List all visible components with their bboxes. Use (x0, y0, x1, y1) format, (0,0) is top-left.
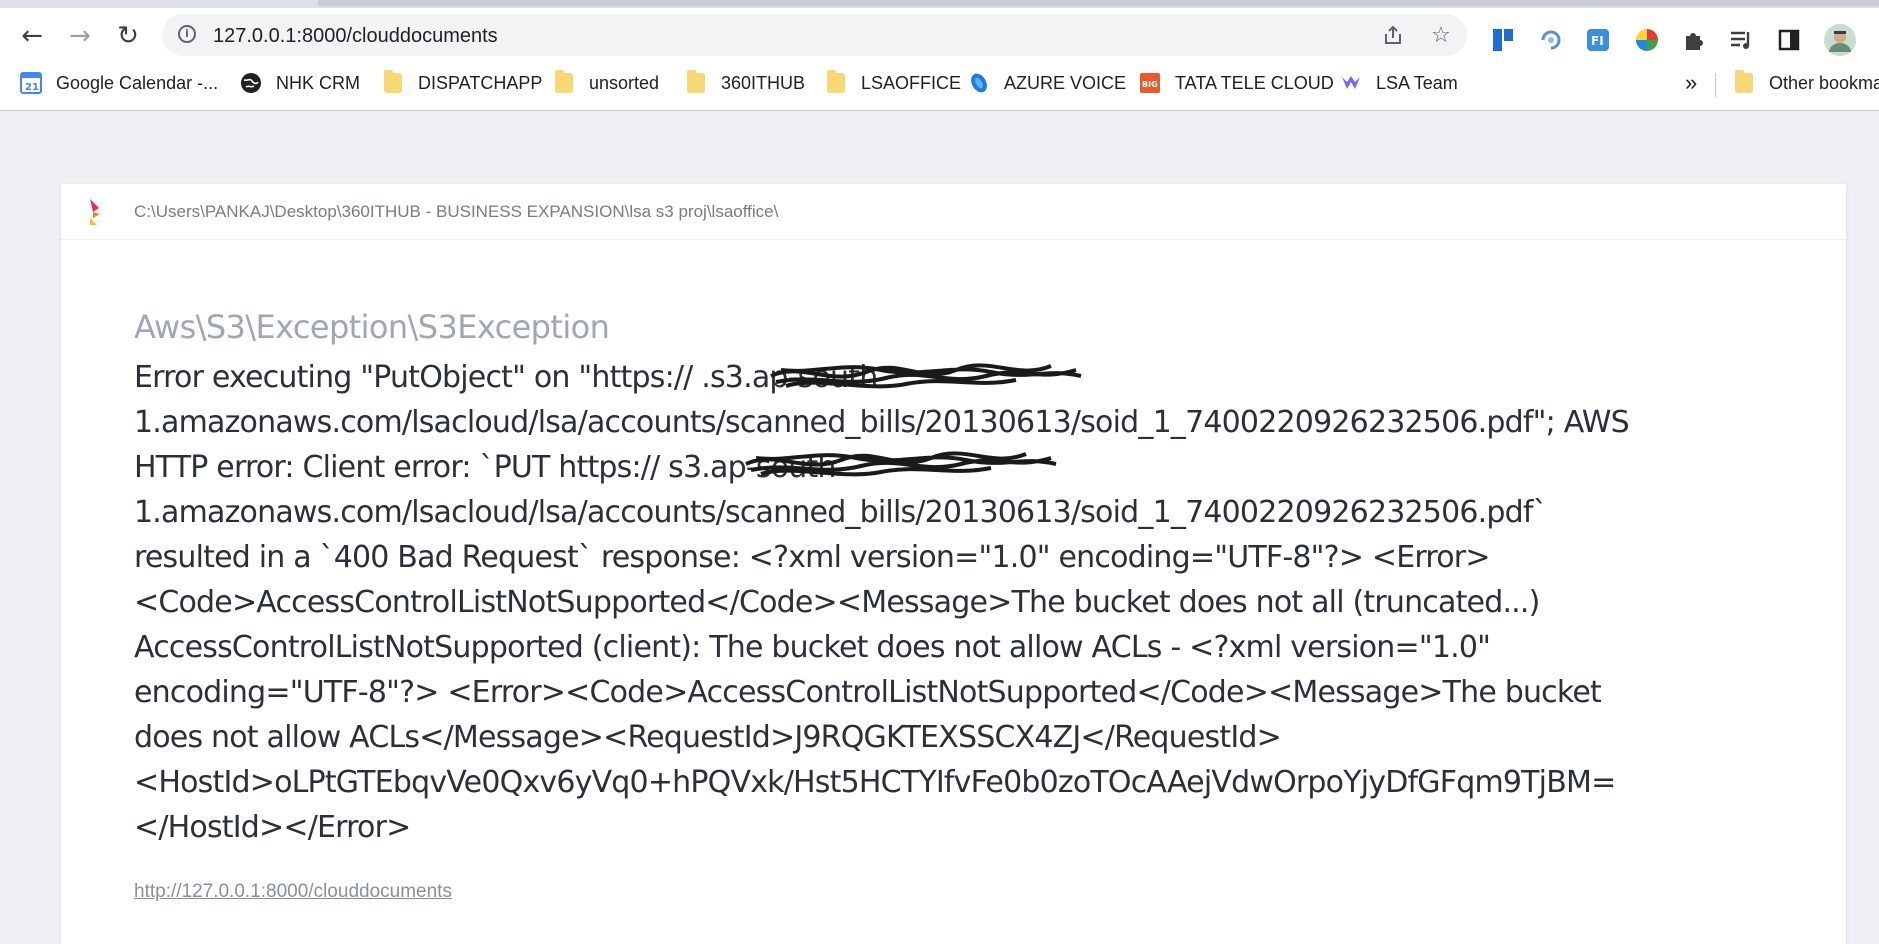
request-url-link[interactable]: http://127.0.0.1:8000/clouddocuments (134, 881, 452, 903)
exception-message-line: does not allow ACLs</Message><RequestId>… (134, 720, 1282, 755)
lsa-team-icon (1340, 72, 1362, 94)
bookmarks-bar: 21 Google Calendar -... NHK CRM DISPATCH… (0, 60, 1879, 111)
back-arrow-icon[interactable]: ← (14, 18, 50, 54)
other-bookmarks-label: Other bookmarks (1769, 72, 1879, 93)
project-path: C:\Users\PANKAJ\Desktop\360ITHUB - BUSIN… (134, 202, 779, 221)
folder-icon (553, 70, 575, 94)
bookmark-lsaoffice[interactable]: LSAOFFICE (825, 69, 961, 97)
address-url[interactable]: 127.0.0.1:8000/clouddocuments (213, 25, 498, 48)
bookmark-360ithub[interactable]: 360ITHUB (685, 69, 805, 97)
bookmark-azure-voice[interactable]: AZURE VOICE (968, 69, 1126, 97)
exception-message-line: Error executing "PutObject" on "https://… (134, 360, 888, 395)
bookmark-label: NHK CRM (276, 72, 360, 93)
bookmark-label: LSAOFFICE (861, 72, 962, 93)
forward-arrow-icon[interactable]: → (62, 18, 98, 54)
svg-text:FI: FI (1591, 34, 1604, 48)
exception-message-line: resulted in a `400 Bad Request` response… (134, 540, 1490, 575)
bookmark-label: LSA Team (1376, 72, 1458, 93)
extensions-puzzle-icon[interactable] (1681, 27, 1707, 53)
error-card-header: C:\Users\PANKAJ\Desktop\360ITHUB - BUSIN… (61, 184, 1846, 240)
svg-text:BIG: BIG (1142, 80, 1158, 89)
browser-toolbar: ← → ↻ i 127.0.0.1:8000/clouddocuments ☆ … (0, 8, 1879, 60)
bookmark-google-calendar[interactable]: 21 Google Calendar -... (20, 69, 218, 97)
exception-message-line: <HostId>oLPtGTEbqvVe0Qxv6yVq0+hPQVxk/Hst… (134, 765, 1616, 800)
tab-strip (0, 0, 1879, 8)
error-card: C:\Users\PANKAJ\Desktop\360ITHUB - BUSIN… (61, 184, 1846, 944)
exception-message-line: <Code>AccessControlListNotSupported</Cod… (134, 585, 1540, 620)
bookmark-tata-tele-cloud[interactable]: BIG TATA TELE CLOUD (1139, 69, 1334, 97)
swirl-extension-icon[interactable] (1538, 27, 1564, 53)
side-panel-icon[interactable] (1776, 27, 1802, 53)
bookmark-star-icon[interactable]: ☆ (1428, 22, 1454, 48)
google-calendar-icon: 21 (20, 72, 42, 94)
bookmark-label: Google Calendar -... (56, 72, 219, 93)
folder-icon (1733, 70, 1755, 94)
bookmark-unsorted[interactable]: unsorted (553, 69, 659, 97)
exception-message-line: HTTP error: Client error: `PUT https:// … (134, 450, 846, 485)
bookmark-label: unsorted (589, 72, 660, 93)
folder-icon (685, 70, 707, 94)
color-wheel-extension-icon[interactable] (1634, 27, 1660, 53)
exception-class: Aws\S3\Exception\S3Exception (134, 308, 610, 346)
bookmark-label: 360ITHUB (721, 72, 806, 93)
reload-icon[interactable]: ↻ (110, 18, 146, 54)
ignition-logo-icon (90, 199, 100, 225)
tab-strip-highlight (318, 0, 1879, 6)
exception-message-line: 1.amazonaws.com/lsacloud/lsa/accounts/sc… (134, 495, 1548, 530)
azure-icon (968, 72, 990, 94)
trello-extension-icon[interactable] (1490, 27, 1516, 53)
bookmark-dispatchapp[interactable]: DISPATCHAPP (382, 69, 542, 97)
site-info-icon[interactable]: i (178, 25, 196, 43)
folder-icon (825, 70, 847, 94)
fi-extension-icon[interactable]: FI (1585, 27, 1611, 53)
bookmark-label: DISPATCHAPP (418, 72, 543, 93)
globe-icon (240, 72, 262, 94)
address-bar[interactable]: i 127.0.0.1:8000/clouddocuments ☆ (162, 14, 1467, 56)
exception-message-line: 1.amazonaws.com/lsacloud/lsa/accounts/sc… (134, 405, 1630, 440)
reading-list-icon[interactable] (1728, 27, 1754, 53)
exception-message-line: AccessControlListNotSupported (client): … (134, 630, 1491, 665)
bookmark-nhk-crm[interactable]: NHK CRM (240, 69, 360, 97)
tata-icon: BIG (1139, 72, 1161, 94)
exception-message-line: encoding="UTF-8"?> <Error><Code>AccessCo… (134, 675, 1602, 710)
bookmark-lsa-team[interactable]: LSA Team (1340, 69, 1458, 97)
share-icon[interactable] (1380, 22, 1406, 48)
bookmarks-overflow-button[interactable]: » (1685, 69, 1697, 97)
folder-icon (382, 70, 404, 94)
svg-text:21: 21 (25, 82, 39, 93)
other-bookmarks[interactable]: Other bookmarks (1733, 69, 1879, 97)
bookmark-label: AZURE VOICE (1004, 72, 1127, 93)
exception-message: Error executing "PutObject" on "https://… (134, 355, 1844, 850)
exception-message-line: </HostId></Error> (134, 810, 411, 845)
bookmarks-divider (1715, 73, 1716, 97)
bookmark-label: TATA TELE CLOUD (1175, 72, 1334, 93)
profile-avatar[interactable] (1824, 24, 1856, 56)
